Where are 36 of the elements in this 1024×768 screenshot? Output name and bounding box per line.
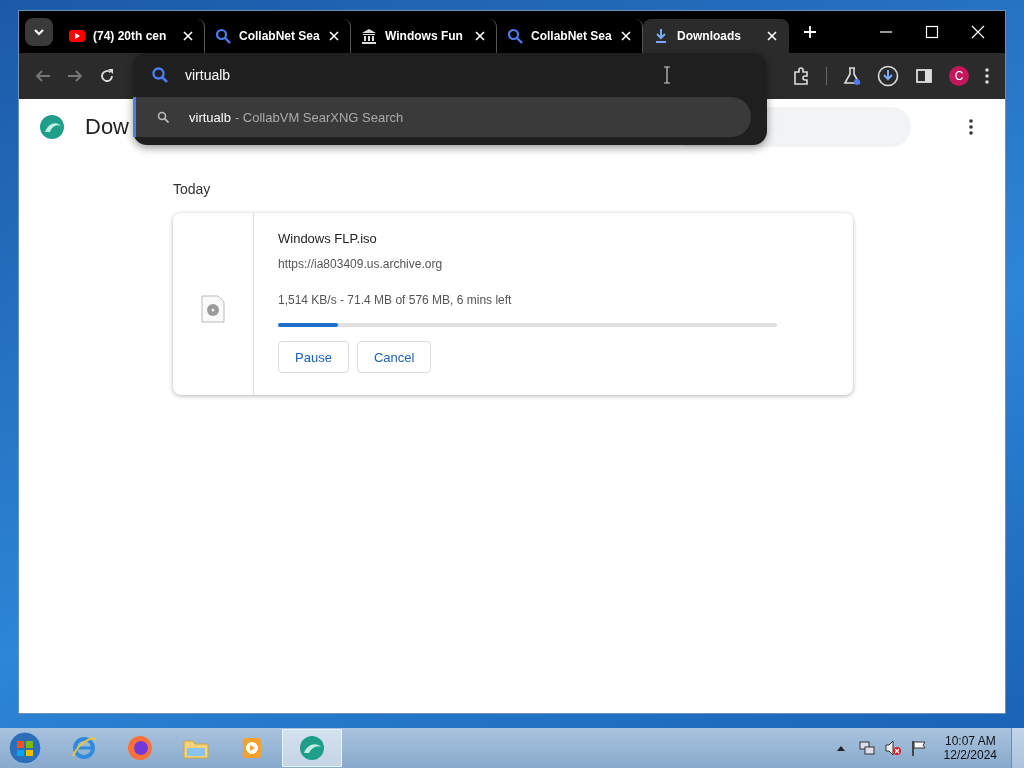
download-icon[interactable]: [877, 64, 899, 88]
close-icon[interactable]: [766, 30, 778, 42]
section-heading: Today: [173, 181, 212, 197]
flask-icon[interactable]: [843, 64, 861, 88]
search-icon: [151, 66, 169, 84]
browser-logo-icon[interactable]: [282, 729, 342, 767]
more-options-icon[interactable]: [969, 119, 973, 135]
action-button[interactable]: Pause: [278, 341, 349, 373]
download-status: 1,514 KB/s - 71.4 MB of 576 MB, 6 mins left: [278, 293, 513, 307]
clock-date[interactable]: 12/2/2024: [943, 748, 997, 762]
suggestion-item[interactable]: virtualb - CollabVM SearXNG Search: [133, 97, 751, 137]
new-tab-icon[interactable]: [803, 25, 817, 39]
profile-avatar[interactable]: C: [949, 66, 969, 86]
close-icon[interactable]: [620, 30, 632, 42]
start-orb-icon[interactable]: [8, 731, 42, 765]
disc-file-icon: [201, 295, 225, 323]
search-icon: [157, 111, 169, 123]
close-icon[interactable]: [474, 30, 486, 42]
text-cursor-icon: [663, 66, 671, 84]
download-icon: [653, 28, 669, 44]
clock-time[interactable]: 10:07 AM: [944, 734, 996, 748]
app-logo-icon: [39, 114, 65, 140]
search-icon: [507, 28, 523, 44]
address-field[interactable]: virtualb: [185, 67, 663, 83]
close-icon[interactable]: [328, 30, 340, 42]
browser-tab[interactable]: Downloads: [643, 19, 789, 53]
tab-search-button[interactable]: [25, 18, 53, 46]
close-icon[interactable]: [182, 30, 194, 42]
source-url: https://ia803409.us.archive.org: [278, 257, 444, 271]
puzzle-piece-icon[interactable]: [792, 64, 810, 88]
page-title: Dow: [85, 114, 129, 140]
file-name: Windows FLP.iso: [278, 231, 378, 246]
search-icon: [215, 28, 231, 44]
institution-icon: [361, 28, 377, 44]
video-play-icon: [69, 28, 85, 44]
action-button[interactable]: Cancel: [356, 341, 432, 373]
